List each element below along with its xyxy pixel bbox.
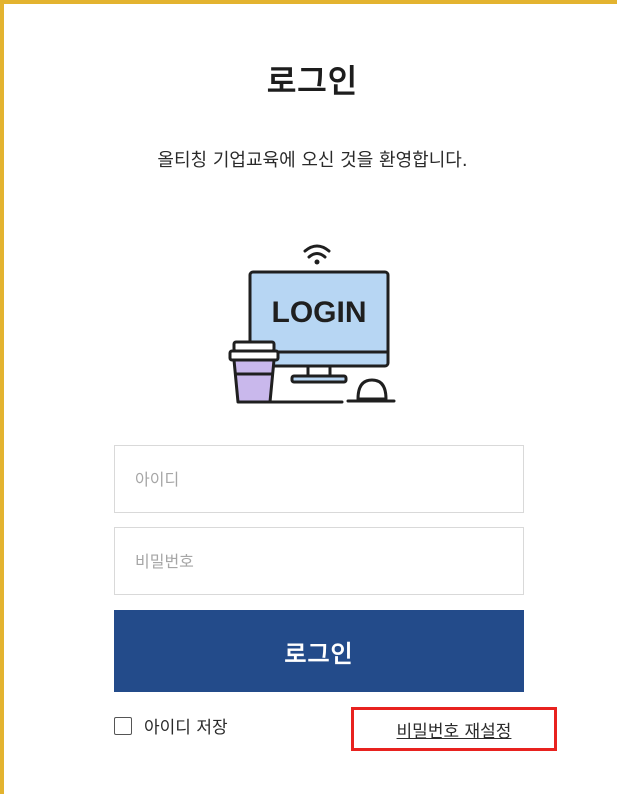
remember-id-checkbox[interactable] <box>114 716 132 735</box>
welcome-message: 올티칭 기업교육에 오신 것을 환영합니다. <box>157 150 468 171</box>
id-input[interactable] <box>135 446 523 512</box>
password-reset-link[interactable]: 비밀번호 재설정 <box>351 707 557 751</box>
password-field[interactable] <box>114 527 524 595</box>
remember-id-label: 아이디 저장 <box>144 718 228 738</box>
id-field[interactable] <box>114 445 524 513</box>
computer-login-illustration: LOGIN <box>228 244 396 404</box>
wifi-icon <box>303 244 331 265</box>
remember-id[interactable]: 아이디 저장 <box>114 713 228 738</box>
page-title: 로그인 <box>266 62 359 100</box>
coffee-cup-icon <box>228 340 280 404</box>
password-input[interactable] <box>135 528 523 594</box>
login-panel: 로그인 올티칭 기업교육에 오신 것을 환영합니다. LOGIN 아이디 로그인… <box>0 0 617 794</box>
login-button[interactable]: 로그인 <box>114 610 524 692</box>
screen-text: LOGIN <box>272 296 367 329</box>
